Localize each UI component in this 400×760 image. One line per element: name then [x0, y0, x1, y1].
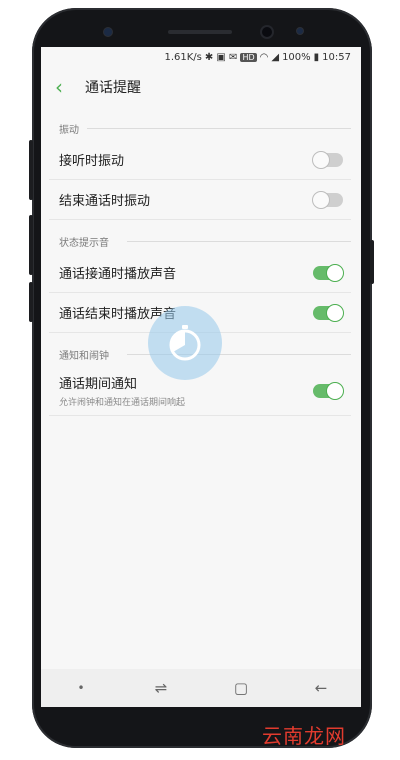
section-divider: [87, 128, 351, 129]
section-header-status-tone: 状态提示音: [41, 220, 361, 253]
power-button-hardware: [370, 240, 374, 284]
toggle-knob: [326, 303, 344, 322]
title-bar: ‹ 通话提醒: [41, 67, 361, 107]
iris-sensor-icon: [297, 28, 303, 34]
end-vibrate-toggle[interactable]: [312, 190, 343, 209]
end-sound-toggle[interactable]: [313, 303, 344, 322]
sensor-icon: [104, 28, 112, 36]
setting-text: 通话期间通知 允许闹钟和通知在通话期间响起: [59, 373, 185, 408]
back-button[interactable]: ‹: [55, 75, 79, 99]
nav-dot-icon[interactable]: •: [61, 681, 101, 695]
section-title: 振动: [59, 125, 79, 136]
section-title: 通知和闹钟: [59, 351, 109, 362]
home-icon[interactable]: ▢: [221, 679, 261, 697]
setting-row-answer-vibrate[interactable]: 接听时振动: [49, 140, 351, 180]
hd-badge: HD: [240, 52, 257, 62]
battery-percent: 100%: [282, 51, 311, 63]
connect-sound-toggle[interactable]: [313, 263, 344, 282]
earpiece-speaker: [168, 30, 232, 34]
toggle-knob: [326, 263, 344, 282]
status-icons: ✱ ▣ ✉: [204, 51, 238, 63]
setting-row-end-vibrate[interactable]: 结束通话时振动: [49, 180, 351, 220]
toggle-knob: [312, 150, 330, 169]
recents-icon[interactable]: ⇌: [141, 679, 181, 697]
answer-vibrate-toggle[interactable]: [312, 150, 343, 169]
site-watermark: 云南龙网: [262, 724, 346, 748]
volume-up-button-hardware: [29, 140, 33, 200]
back-arrow-icon[interactable]: ←: [301, 679, 341, 697]
toggle-knob: [326, 381, 344, 400]
setting-row-connect-sound[interactable]: 通话接通时播放声音: [49, 253, 351, 293]
signal-icon: ◢: [271, 51, 280, 63]
setting-label: 通话期间通知: [59, 377, 138, 392]
bixby-button-hardware: [29, 282, 33, 322]
setting-label: 接听时振动: [59, 154, 125, 169]
volume-down-button-hardware: [29, 215, 33, 275]
touch-indicator: [148, 306, 222, 380]
front-camera-icon: [262, 27, 272, 37]
in-call-notifications-toggle[interactable]: [313, 381, 344, 400]
network-speed: 1.61K/s: [164, 51, 202, 63]
status-bar: 1.61K/s ✱ ▣ ✉ HD ◠ ◢ 100% ▮ 10:57: [41, 47, 361, 67]
timer-icon: [169, 325, 201, 361]
phone-screen: 1.61K/s ✱ ▣ ✉ HD ◠ ◢ 100% ▮ 10:57 ‹ 通话提醒…: [41, 47, 361, 707]
setting-sublabel: 允许闹钟和通知在通话期间响起: [59, 398, 186, 408]
chevron-left-icon: ‹: [55, 75, 63, 99]
camera-area: [0, 0, 400, 46]
setting-label: 结束通话时振动: [59, 194, 151, 209]
section-header-vibration: 振动: [41, 107, 361, 140]
clock: 10:57: [322, 51, 351, 63]
section-divider: [127, 241, 351, 242]
battery-icon: ▮: [313, 51, 320, 63]
toggle-knob: [312, 190, 330, 209]
section-title: 状态提示音: [59, 238, 109, 249]
navigation-bar: • ⇌ ▢ ←: [41, 669, 361, 707]
page-title: 通话提醒: [85, 80, 141, 96]
wifi-icon: ◠: [259, 51, 269, 63]
setting-label: 通话接通时播放声音: [59, 267, 177, 282]
